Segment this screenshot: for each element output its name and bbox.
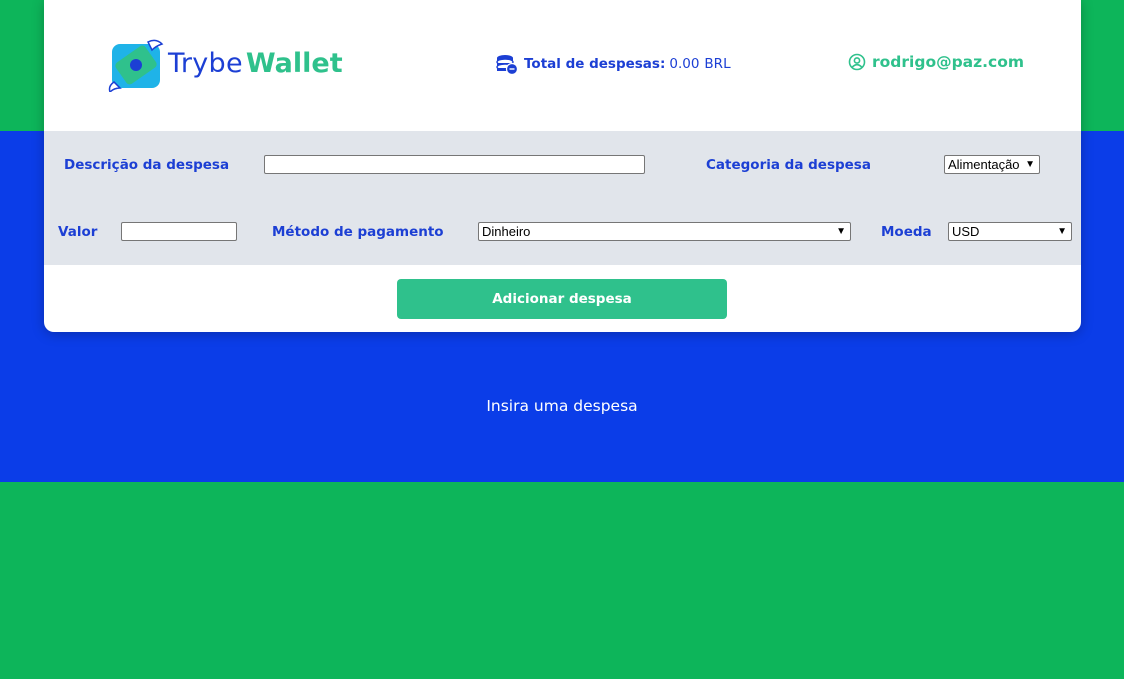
total-expenses: Total de despesas: 0.00 BRL: [496, 53, 731, 75]
empty-expenses-message: Insira uma despesa: [486, 397, 638, 415]
expense-form: Descrição da despesa Categoria da despes…: [44, 131, 1081, 265]
coins-icon: [496, 55, 518, 75]
total-currency: BRL: [704, 56, 731, 72]
category-select[interactable]: Alimentação ▼: [944, 155, 1040, 174]
payment-method-select[interactable]: Dinheiro ▼: [478, 222, 851, 241]
description-input[interactable]: [264, 155, 645, 174]
wallet-logo-icon: [108, 39, 164, 92]
header: TrybeWallet Total de despesas: 0.00 BRL: [44, 0, 1081, 131]
user-email: rodrigo@paz.com: [872, 53, 1025, 71]
chevron-down-icon: ▼: [1057, 226, 1067, 237]
chevron-down-icon: ▼: [836, 226, 846, 237]
total-label: Total de despesas:: [524, 56, 666, 72]
category-label: Categoria da despesa: [706, 157, 871, 173]
logo-text-wallet: Wallet: [245, 48, 343, 79]
payment-method-label: Método de pagamento: [272, 224, 444, 240]
value-input[interactable]: [121, 222, 237, 241]
currency-label: Moeda: [881, 224, 932, 240]
category-selected-value: Alimentação: [948, 157, 1020, 172]
chevron-down-icon: ▼: [1025, 159, 1035, 170]
add-expense-button[interactable]: Adicionar despesa: [397, 279, 727, 319]
payment-method-selected-value: Dinheiro: [482, 224, 531, 239]
value-label: Valor: [58, 224, 98, 240]
currency-select[interactable]: USD ▼: [948, 222, 1072, 241]
user-circle-icon: [848, 53, 866, 71]
wallet-panel: TrybeWallet Total de despesas: 0.00 BRL: [44, 0, 1081, 332]
user-info: rodrigo@paz.com: [848, 53, 1024, 71]
currency-selected-value: USD: [952, 224, 980, 239]
logo-text-trybe: Trybe: [168, 48, 243, 79]
total-value: 0.00: [669, 56, 700, 72]
trybe-wallet-logo: Trybe Wallet: [108, 36, 368, 92]
description-label: Descrição da despesa: [64, 157, 230, 173]
logo-text: Trybe Wallet: [168, 50, 343, 77]
